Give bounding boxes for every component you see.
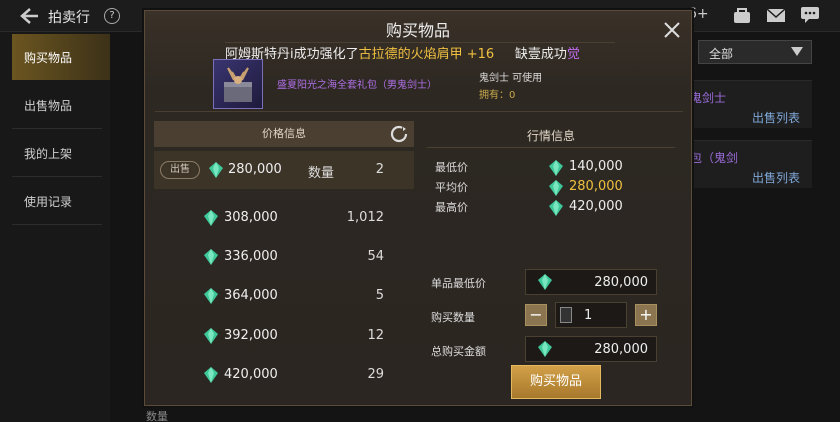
price-row[interactable]: 420,000 29: [154, 356, 414, 394]
gem-icon: [204, 249, 218, 265]
list-item-class: 鬼剑士: [690, 91, 727, 105]
sell-tag: 出售: [160, 161, 200, 179]
sidebar-item-sell[interactable]: 出售物品: [12, 82, 110, 128]
broadcast-notice: 阿姆斯特丹i成功强化了古拉德的火焰肩甲 +16 缺壹成功觉: [225, 42, 615, 60]
sidebar-item-buy[interactable]: 购买物品: [12, 34, 110, 80]
divider: [12, 128, 102, 129]
gem-icon: [549, 160, 563, 176]
quantity-input[interactable]: 1: [555, 302, 627, 328]
highest-price-value: 420,000: [569, 199, 623, 214]
filter-value: 全部: [709, 47, 734, 61]
price-value: 280,000: [228, 162, 282, 177]
total-amount-label: 总购买金额: [431, 345, 486, 358]
divider: [12, 176, 102, 177]
price-list: 价格信息 出售 280,000 数量 2 308,000 1,012 336,0…: [154, 121, 414, 397]
quantity-value: 5: [375, 288, 384, 303]
market-info-title: 行情信息: [526, 129, 575, 143]
gem-icon: [204, 288, 218, 304]
avg-price-label: 平均价: [435, 181, 468, 194]
quantity-value: 12: [367, 328, 384, 343]
price-row[interactable]: 308,000 1,012: [154, 199, 414, 237]
decrease-quantity-button[interactable]: −: [525, 304, 547, 326]
gem-icon: [549, 200, 563, 216]
lowest-price-value: 140,000: [569, 159, 623, 174]
list-item-class: 包（鬼剑: [690, 151, 739, 165]
quantity-value: 2: [375, 162, 384, 177]
unit-price-field: 280,000: [525, 269, 657, 295]
price-row[interactable]: 336,000 54: [154, 238, 414, 276]
gem-icon: [209, 162, 223, 178]
quantity-value: 1,012: [346, 210, 384, 225]
buy-item-dialog: 购买物品 阿姆斯特丹i成功强化了古拉德的火焰肩甲 +16 缺壹成功觉 盛夏阳光之…: [144, 10, 692, 406]
notice-item: 古拉德的火焰肩甲 +16: [358, 47, 495, 60]
unit-price-label: 单品最低价: [431, 277, 486, 290]
sidebar-item-history[interactable]: 使用记录: [12, 178, 110, 224]
quantity-value: 1: [584, 308, 593, 323]
list-item[interactable]: 鬼剑士 出售列表: [690, 80, 812, 128]
bag-icon[interactable]: [732, 6, 752, 24]
increase-quantity-button[interactable]: +: [635, 304, 657, 326]
sidebar-item-my-listings[interactable]: 我的上架: [12, 130, 110, 176]
gem-icon: [549, 180, 563, 196]
chat-icon[interactable]: [800, 6, 820, 24]
price-value: 308,000: [224, 210, 278, 225]
price-value: 364,000: [224, 288, 278, 303]
price-row[interactable]: 392,000 12: [154, 317, 414, 355]
price-value: 420,000: [224, 367, 278, 382]
price-list-title: 价格信息: [262, 127, 306, 140]
price-list-header: 价格信息: [154, 121, 414, 147]
quantity-value: 29: [367, 367, 384, 382]
list-item[interactable]: 包（鬼剑 出售列表: [690, 140, 812, 188]
sell-list-link[interactable]: 出售列表: [752, 109, 800, 126]
help-icon[interactable]: ?: [104, 8, 120, 24]
highest-price-label: 最高价: [435, 201, 468, 214]
close-icon[interactable]: [663, 21, 681, 39]
gift-box-icon: [213, 59, 263, 109]
price-value: 392,000: [224, 328, 278, 343]
item-owned-count: 拥有：0: [479, 90, 516, 101]
price-row[interactable]: 364,000 5: [154, 277, 414, 315]
divider: [427, 147, 675, 148]
calculator-icon[interactable]: [560, 307, 572, 323]
sell-list-link[interactable]: 出售列表: [752, 169, 800, 186]
gem-icon: [204, 328, 218, 344]
chevron-down-icon: [791, 47, 803, 56]
avg-price-value: 280,000: [569, 179, 623, 194]
bg-column-label: 数量: [146, 410, 168, 422]
page-title: 拍卖行: [48, 10, 90, 26]
price-value: 336,000: [224, 249, 278, 264]
back-arrow-icon[interactable]: [18, 6, 40, 26]
gem-icon: [204, 210, 218, 226]
buy-button[interactable]: 购买物品: [511, 365, 601, 399]
item-class-restriction: 鬼剑士 可使用: [479, 73, 543, 84]
total-amount-field: 280,000: [525, 336, 657, 362]
divider: [155, 111, 683, 112]
buy-quantity-label: 购买数量: [431, 311, 475, 324]
notice-tail: 觉: [566, 47, 580, 60]
unit-price-value: 280,000: [594, 275, 648, 290]
market-info: 行情信息 最低价 140,000 平均价 280,000 最高价 420,000…: [419, 121, 683, 397]
category-filter-select[interactable]: 全部: [698, 40, 812, 64]
lowest-price-label: 最低价: [435, 161, 468, 174]
top-icons: [732, 6, 820, 24]
refresh-icon[interactable]: [389, 124, 409, 144]
total-amount-value: 280,000: [594, 342, 648, 357]
mail-icon[interactable]: [766, 6, 786, 24]
gem-icon: [538, 341, 552, 357]
quantity-value: 54: [367, 249, 384, 264]
quantity-label: 数量: [308, 166, 335, 181]
sidebar: 购买物品 出售物品 我的上架 使用记录: [0, 32, 110, 422]
gem-icon: [538, 274, 552, 290]
notice-suffix: 缺壹成功: [514, 47, 567, 60]
item-name: 盛夏阳光之海全套礼包（男鬼剑士）: [277, 80, 437, 91]
gem-icon: [204, 367, 218, 383]
price-row[interactable]: 出售 280,000 数量 2: [154, 151, 414, 189]
divider: [12, 224, 102, 225]
dialog-title: 购买物品: [385, 21, 450, 40]
